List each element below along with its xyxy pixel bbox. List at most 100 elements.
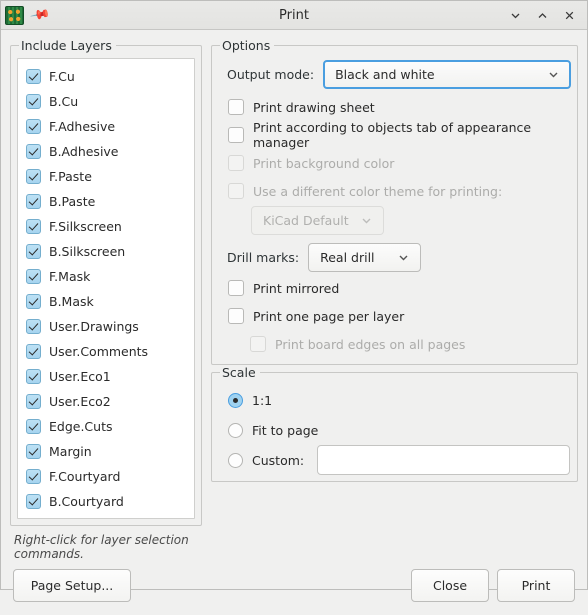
- page-setup-button[interactable]: Page Setup...: [13, 568, 131, 602]
- output-mode-row: Output mode: Black and white: [227, 60, 571, 89]
- window-title: Print: [279, 7, 309, 23]
- layer-label: F.Courtyard: [49, 469, 121, 484]
- print-one-page-per-layer-label: Print one page per layer: [253, 308, 405, 324]
- options-group: Options Output mode: Black and white Pri…: [211, 38, 578, 365]
- layer-row[interactable]: Edge.Cuts: [18, 414, 194, 439]
- print-drawing-sheet-checkbox[interactable]: [228, 99, 244, 115]
- print-mirrored-row[interactable]: Print mirrored: [218, 274, 571, 302]
- layer-row[interactable]: B.Courtyard: [18, 489, 194, 514]
- pin-icon[interactable]: 📌: [26, 1, 54, 29]
- layer-row[interactable]: B.Mask: [18, 289, 194, 314]
- options-legend: Options: [222, 38, 271, 53]
- print-according-objects-checkbox[interactable]: [228, 127, 244, 143]
- layer-label: B.Cu: [49, 94, 79, 109]
- scale-option-fit-row[interactable]: Fit to page: [218, 415, 571, 445]
- print-mirrored-checkbox[interactable]: [228, 280, 244, 296]
- layer-checkbox[interactable]: [26, 94, 41, 109]
- layers-list[interactable]: F.Cu B.Cu F.Adhesive B.Adhesive F.Paste B.Pas…: [17, 58, 195, 519]
- layer-row[interactable]: User.Eco2: [18, 389, 194, 414]
- print-background-color-row: Print background color: [218, 149, 571, 177]
- layer-checkbox[interactable]: [26, 344, 41, 359]
- layer-checkbox[interactable]: [26, 269, 41, 284]
- include-layers-legend: Include Layers: [21, 38, 112, 53]
- layer-row[interactable]: B.Cu: [18, 89, 194, 114]
- layer-label: F.Mask: [49, 269, 91, 284]
- scale-radio-1to1[interactable]: [228, 392, 243, 408]
- layer-row[interactable]: F.Cu: [18, 64, 194, 89]
- include-layers-group: Include Layers F.Cu B.Cu F.Adhesive B.Adhes…: [10, 38, 202, 526]
- drill-marks-label: Drill marks:: [227, 250, 300, 265]
- layer-row[interactable]: User.Comments: [18, 339, 194, 364]
- drill-marks-row: Drill marks: Real drill: [227, 243, 571, 272]
- layer-label: B.Mask: [49, 294, 94, 309]
- scale-option-custom-row[interactable]: Custom:: [218, 445, 571, 475]
- layer-checkbox[interactable]: [26, 469, 41, 484]
- layer-hint-text: Right-click for layer selection commands…: [14, 533, 189, 561]
- print-according-objects-row[interactable]: Print according to objects tab of appear…: [218, 120, 571, 150]
- minimize-button[interactable]: [503, 4, 527, 26]
- window-controls: [503, 4, 581, 26]
- layer-row[interactable]: B.Adhesive: [18, 139, 194, 164]
- scale-radio-custom[interactable]: [228, 452, 243, 468]
- layer-label: Edge.Cuts: [49, 419, 113, 434]
- layer-checkbox[interactable]: [26, 119, 41, 134]
- print-board-edges-row: Print board edges on all pages: [218, 330, 571, 358]
- color-theme-value: KiCad Default: [263, 213, 349, 228]
- dialog-content: Include Layers F.Cu B.Cu F.Adhesive B.Adhes…: [1, 30, 587, 561]
- right-column: Options Output mode: Black and white Pri…: [211, 38, 578, 561]
- layer-checkbox[interactable]: [26, 169, 41, 184]
- output-mode-select[interactable]: Black and white: [323, 60, 571, 89]
- layer-row[interactable]: Margin: [18, 439, 194, 464]
- layer-checkbox[interactable]: [26, 419, 41, 434]
- layer-row[interactable]: B.Silkscreen: [18, 239, 194, 264]
- layer-row[interactable]: F.Silkscreen: [18, 214, 194, 239]
- close-button[interactable]: [557, 4, 581, 26]
- close-dialog-button[interactable]: Close: [411, 568, 489, 602]
- print-one-page-per-layer-checkbox[interactable]: [228, 308, 244, 324]
- layer-row[interactable]: F.Adhesive: [18, 114, 194, 139]
- layer-checkbox[interactable]: [26, 369, 41, 384]
- layer-checkbox[interactable]: [26, 444, 41, 459]
- scale-option-1to1-row[interactable]: 1:1: [218, 385, 571, 415]
- drill-marks-select[interactable]: Real drill: [308, 243, 422, 272]
- print-drawing-sheet-row[interactable]: Print drawing sheet: [218, 93, 571, 121]
- layer-label: User.Eco2: [49, 394, 111, 409]
- layer-checkbox[interactable]: [26, 219, 41, 234]
- left-column: Include Layers F.Cu B.Cu F.Adhesive B.Adhes…: [10, 38, 202, 561]
- layer-label: F.Paste: [49, 169, 92, 184]
- layer-row[interactable]: B.Paste: [18, 189, 194, 214]
- print-background-color-label: Print background color: [253, 155, 395, 171]
- layer-row[interactable]: User.Eco1: [18, 364, 194, 389]
- scale-custom-input[interactable]: [317, 445, 570, 475]
- output-mode-label: Output mode:: [227, 67, 315, 82]
- layer-checkbox[interactable]: [26, 494, 41, 509]
- print-one-page-per-layer-row[interactable]: Print one page per layer: [218, 302, 571, 330]
- layer-checkbox[interactable]: [26, 69, 41, 84]
- layer-row[interactable]: F.Mask: [18, 264, 194, 289]
- print-drawing-sheet-label: Print drawing sheet: [253, 99, 375, 115]
- layer-checkbox[interactable]: [26, 144, 41, 159]
- layer-checkbox[interactable]: [26, 244, 41, 259]
- layer-row[interactable]: F.Courtyard: [18, 464, 194, 489]
- layer-label: Margin: [49, 444, 92, 459]
- layer-row[interactable]: User.Drawings: [18, 314, 194, 339]
- dialog-footer: Page Setup... Close Print: [1, 561, 587, 615]
- layer-label: User.Comments: [49, 344, 149, 359]
- layer-checkbox[interactable]: [26, 319, 41, 334]
- print-button[interactable]: Print: [497, 568, 575, 602]
- print-dialog-window: 📌 Print Include Layers F.Cu B.Cu F.Adhesiv…: [0, 0, 588, 602]
- scale-label-fit-to-page: Fit to page: [252, 422, 319, 438]
- layer-checkbox[interactable]: [26, 194, 41, 209]
- layer-label: F.Adhesive: [49, 119, 116, 134]
- layer-label: F.Silkscreen: [49, 219, 122, 234]
- scale-radio-fit-to-page[interactable]: [228, 422, 243, 438]
- print-board-edges-label: Print board edges on all pages: [275, 336, 466, 352]
- kicad-pcb-icon: [5, 5, 24, 25]
- layer-checkbox[interactable]: [26, 294, 41, 309]
- layer-checkbox[interactable]: [26, 394, 41, 409]
- print-background-color-checkbox: [228, 155, 244, 171]
- scale-label-1to1: 1:1: [252, 392, 273, 408]
- chevron-down-icon: [396, 250, 411, 265]
- maximize-button[interactable]: [530, 4, 554, 26]
- layer-row[interactable]: F.Paste: [18, 164, 194, 189]
